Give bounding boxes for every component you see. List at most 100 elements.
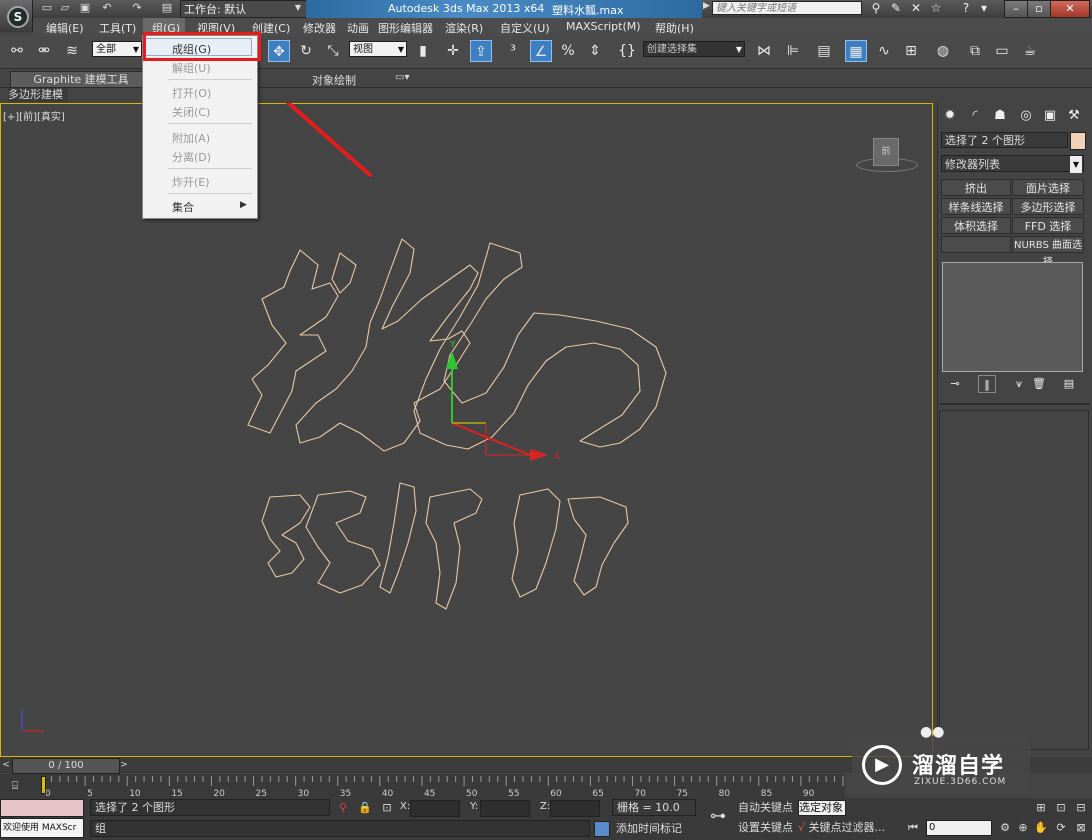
menu-customize[interactable]: 自定义(U) [500,20,550,36]
current-frame-field[interactable]: 0 [926,820,992,836]
absolute-mode-icon[interactable]: ⊡ [379,800,395,816]
menu-help[interactable]: 帮助(H) [655,20,694,36]
coord-y-field[interactable] [480,800,530,817]
spinner-snap-icon[interactable]: ⇕ [584,40,606,62]
zoom-all-icon[interactable]: ⊡ [1054,801,1068,815]
select-link-icon[interactable]: ⚯ [6,40,28,62]
tab-object-paint[interactable]: 对象绘制 [312,72,356,88]
display-tab-icon[interactable]: ▣ [1040,106,1060,126]
time-next-icon[interactable]: > [118,757,130,773]
favorites-star-icon[interactable]: ☆ [928,1,944,16]
poly-select-button[interactable]: 多边形选择 [1012,198,1084,215]
show-end-result-icon[interactable]: ‖ [978,375,996,393]
configure-modifier-sets-icon[interactable]: ▤ [1060,375,1078,393]
selection-filter-dropdown[interactable]: 全部 ▼ [92,41,142,57]
workspace-dropdown-arrow-icon[interactable]: ▼ [292,0,304,16]
object-color-swatch[interactable] [1070,132,1086,150]
search-expand-icon[interactable]: ▶ [703,1,710,11]
select-rotate-icon[interactable]: ↻ [295,40,317,62]
menu-item-assembly[interactable]: 集合 [172,199,194,215]
create-tab-icon[interactable]: ✹ [940,106,960,126]
select-scale-icon[interactable]: ⤡ [322,40,344,62]
render-setup-icon[interactable]: ⧉ [964,40,986,62]
remove-modifier-icon[interactable]: 🗑 [1030,375,1048,393]
motion-tab-icon[interactable]: ◎ [1016,106,1036,126]
key-mode-dropdown[interactable]: 选定对象 [798,800,846,816]
search-input[interactable]: 键入关键字或短语 [712,1,862,15]
set-key-button[interactable]: 设置关键点 [738,820,794,836]
volume-select-button[interactable]: 体积选择 [941,217,1011,234]
maximize-viewport-icon[interactable]: ⊠ [1074,821,1088,835]
snaps-toggle-icon[interactable]: ³ [502,40,524,62]
auto-key-button[interactable]: 自动关键点 [738,800,794,816]
menu-animation[interactable]: 动画 [347,20,369,36]
polygon-modeling-panel[interactable]: 多边形建模 [8,88,68,102]
hierarchy-tab-icon[interactable]: ☗ [990,106,1010,126]
menu-item-attach[interactable]: 附加(A) [172,130,210,146]
make-unique-icon[interactable]: ⩛ [1010,375,1028,393]
help-dropdown-icon[interactable]: ▾ [976,1,992,16]
help-icon[interactable]: ? [958,1,974,16]
pan-view-icon[interactable]: ✋ [1034,821,1048,835]
nurbs-surface-select-button[interactable]: NURBS 曲面选择 [1012,236,1084,268]
patch-select-button[interactable]: 面片选择 [1012,179,1084,196]
zoom-extents-icon[interactable]: ⊕ [1016,821,1030,835]
ref-coord-dropdown[interactable]: 视图 ▼ [349,41,407,57]
orbit-icon[interactable]: ⟳ [1054,821,1068,835]
zoom-extents-all-icon[interactable]: ⊟ [1074,801,1088,815]
close-button[interactable]: ✕ [1050,0,1090,18]
empty-modifier-button[interactable] [941,236,1011,253]
menu-item-close[interactable]: 关闭(C) [172,104,210,120]
rendered-frame-icon[interactable]: ▭ [991,40,1013,62]
time-tag-icon[interactable] [594,821,610,837]
select-manipulate-icon[interactable]: ✛ [442,40,464,62]
modifier-stack[interactable] [942,262,1083,372]
new-file-icon[interactable]: ▭ [40,1,54,15]
menu-item-detach[interactable]: 分离(D) [172,149,211,165]
graphite-toggle-icon[interactable]: ▦ [845,40,867,62]
coord-x-field[interactable] [410,800,460,817]
percent-snap-icon[interactable]: % [557,40,579,62]
align-icon[interactable]: ⊫ [782,40,804,62]
subscription-icon[interactable]: ✎ [888,1,904,16]
minimize-button[interactable]: – [1004,0,1028,18]
edit-named-selection-icon[interactable]: {} [616,40,638,62]
pin-stack-icon[interactable]: ⊸ [946,375,964,393]
menu-item-open[interactable]: 打开(O) [172,85,211,101]
selection-lock-icon[interactable]: 🔒 [357,800,373,816]
bind-space-warp-icon[interactable]: ≋ [61,40,83,62]
ffd-select-button[interactable]: FFD 选择 [1012,217,1084,234]
binoculars-icon[interactable]: ⚲ [868,1,884,16]
menu-item-explode[interactable]: 炸开(E) [172,174,210,190]
material-editor-icon[interactable]: ◍ [932,40,954,62]
pivot-center-icon[interactable]: ▮ [412,40,434,62]
coord-z-field[interactable] [550,800,600,817]
timeline-ruler[interactable]: 05101520253035404550556065707580859095 [30,774,845,798]
go-to-start-icon[interactable]: ⏮ [906,821,920,835]
mini-curve-editor-icon[interactable]: ⌸ [4,777,26,795]
key-filters-button[interactable]: √ 关键点过滤器... [798,820,898,836]
app-menu-button[interactable]: S [0,0,33,32]
unlink-icon[interactable]: ⚮ [33,40,55,62]
named-selection-dropdown[interactable]: 创建选择集 ▼ [643,41,745,57]
menu-item-ungroup[interactable]: 解组(U) [172,60,211,76]
open-file-icon[interactable]: ▱ [58,1,72,15]
mirror-icon[interactable]: ⋈ [753,40,775,62]
object-name-field[interactable]: 选择了 2 个图形 [941,132,1068,148]
set-key-icon[interactable]: ⊶ [704,805,732,827]
angle-snap-icon[interactable]: ∠ [530,40,552,62]
render-teapot-icon[interactable]: ☕ [1019,40,1041,62]
maxscript-mini-listener[interactable]: 欢迎使用 MAXScr [0,818,84,838]
layer-manager-icon[interactable]: ▤ [813,40,835,62]
current-time-marker[interactable] [41,776,46,794]
communication-icon[interactable]: ✕ [908,1,924,16]
redo-icon[interactable]: ↷ [130,1,144,15]
curve-editor-icon[interactable]: ∿ [873,40,895,62]
keyboard-shortcut-override-icon[interactable]: ⇪ [470,40,492,62]
menu-graph-editors[interactable]: 图形编辑器 [378,20,433,36]
utilities-tab-icon[interactable]: ⚒ [1064,106,1084,126]
isolate-selection-icon[interactable]: ⚲ [335,800,351,816]
maximize-button[interactable]: ▫ [1027,0,1051,18]
modify-tab-icon[interactable]: ◜ [965,106,985,126]
menu-tools[interactable]: 工具(T) [99,20,136,36]
